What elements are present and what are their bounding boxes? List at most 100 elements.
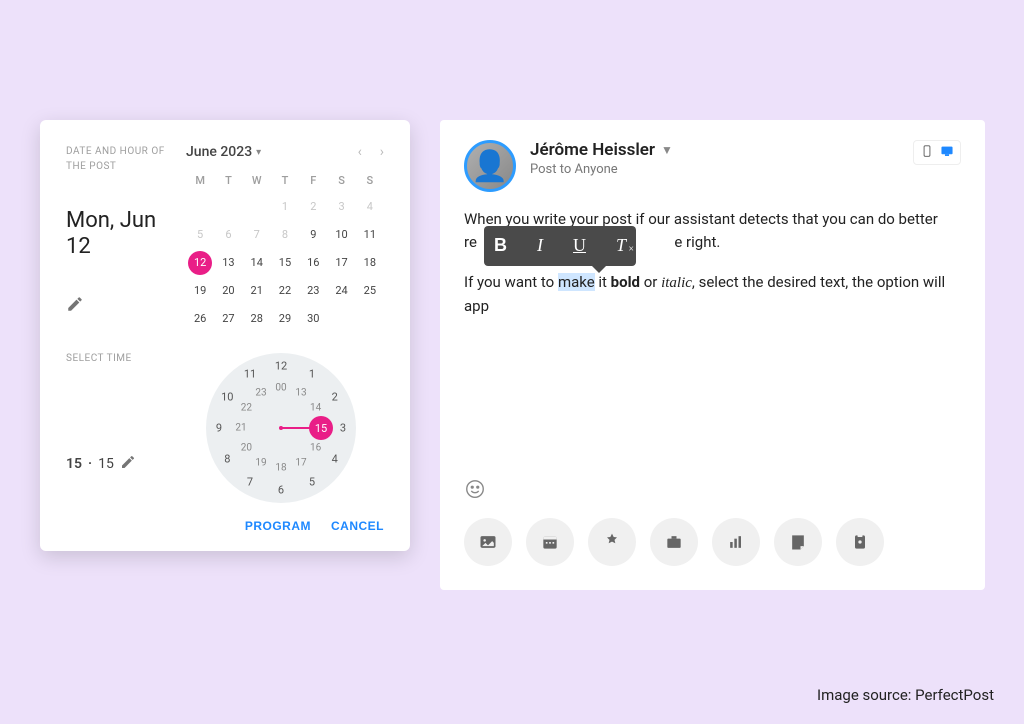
- calendar-day[interactable]: 25: [358, 279, 382, 303]
- cancel-button[interactable]: Cancel: [331, 519, 384, 533]
- calendar-day[interactable]: 6: [216, 223, 240, 247]
- add-badge-button[interactable]: [588, 518, 636, 566]
- calendar-day[interactable]: 18: [358, 251, 382, 275]
- underline-button[interactable]: U: [573, 232, 586, 260]
- clock-hour-outer[interactable]: 6: [278, 484, 284, 497]
- program-button[interactable]: Program: [245, 519, 311, 533]
- calendar-day[interactable]: 1: [273, 195, 297, 219]
- clear-format-button[interactable]: T: [616, 232, 626, 260]
- calendar-day[interactable]: 14: [245, 251, 269, 275]
- clock-hour-outer[interactable]: 10: [221, 391, 233, 404]
- calendar-day[interactable]: 21: [245, 279, 269, 303]
- clock-hour-inner[interactable]: 17: [295, 457, 306, 468]
- bold-button[interactable]: B: [494, 232, 507, 260]
- clock-face[interactable]: 121234567891011001314161718192021222315: [206, 353, 356, 503]
- clock-hour-outer[interactable]: 8: [224, 453, 230, 466]
- preview-device-toggle[interactable]: [913, 140, 961, 165]
- calendar-day[interactable]: 22: [273, 279, 297, 303]
- clock-hour-inner[interactable]: 22: [241, 403, 252, 414]
- calendar-day[interactable]: 30: [301, 307, 325, 331]
- calendar-grid: MTWTFSS123456789101112131415161718192021…: [186, 170, 384, 331]
- weekday-head: T: [271, 170, 299, 191]
- clock-hour-inner[interactable]: 13: [295, 388, 306, 399]
- add-poll-button[interactable]: [712, 518, 760, 566]
- author-avatar[interactable]: 👤: [464, 140, 516, 192]
- post-text-line1b-prefix: re: [464, 233, 477, 251]
- calendar-day[interactable]: 10: [330, 223, 354, 247]
- clock-hour-inner[interactable]: 14: [310, 403, 321, 414]
- post-text-line1b-suffix: e right.: [674, 233, 720, 251]
- selected-text: make: [558, 273, 595, 291]
- calendar-day[interactable]: 27: [216, 307, 240, 331]
- clock-hour-inner[interactable]: 23: [255, 388, 266, 399]
- calendar-day[interactable]: 15: [273, 251, 297, 275]
- selected-time-display: 15·15: [66, 454, 166, 474]
- calendar-day[interactable]: 20: [216, 279, 240, 303]
- calendar-day[interactable]: 16: [301, 251, 325, 275]
- image-credit: Image source: PerfectPost: [817, 686, 994, 704]
- clock-hour-outer[interactable]: 4: [332, 453, 338, 466]
- calendar-day[interactable]: 12: [188, 251, 212, 275]
- post-composer-panel: 👤 Jérôme Heissler ▼ Post to Anyone When …: [440, 120, 985, 590]
- add-clipboard-button[interactable]: [836, 518, 884, 566]
- calendar-day[interactable]: 4: [358, 195, 382, 219]
- edit-date-icon[interactable]: [66, 295, 166, 317]
- clock-hour-inner[interactable]: 18: [275, 463, 286, 474]
- picker-sublabel: DATE AND HOUR OF THE POST: [66, 144, 166, 174]
- add-image-button[interactable]: [464, 518, 512, 566]
- calendar-day[interactable]: 26: [188, 307, 212, 331]
- weekday-head: F: [299, 170, 327, 191]
- add-calendar-button[interactable]: [526, 518, 574, 566]
- month-selector[interactable]: June 2023 ▾: [186, 144, 261, 160]
- weekday-head: W: [243, 170, 271, 191]
- calendar-day[interactable]: 29: [273, 307, 297, 331]
- clock-hour-outer[interactable]: 11: [244, 368, 256, 381]
- composer-toolbar: [464, 518, 884, 566]
- next-month-button[interactable]: ›: [380, 144, 384, 160]
- calendar-day[interactable]: 7: [245, 223, 269, 247]
- clock-hour-outer[interactable]: 9: [216, 422, 222, 435]
- clock-hour-inner[interactable]: 20: [241, 443, 252, 454]
- weekday-head: S: [356, 170, 384, 191]
- clock-hour-outer[interactable]: 12: [275, 360, 287, 373]
- post-text-2a: If you want to: [464, 273, 558, 291]
- add-job-button[interactable]: [650, 518, 698, 566]
- italic-button[interactable]: I: [537, 232, 543, 260]
- mobile-preview-icon[interactable]: [920, 143, 934, 162]
- calendar-day[interactable]: 11: [358, 223, 382, 247]
- calendar-day[interactable]: 9: [301, 223, 325, 247]
- clock-selected-knob[interactable]: 15: [309, 416, 333, 440]
- calendar-day[interactable]: 8: [273, 223, 297, 247]
- calendar-day[interactable]: 5: [188, 223, 212, 247]
- calendar-day[interactable]: 3: [330, 195, 354, 219]
- calendar-day[interactable]: 19: [188, 279, 212, 303]
- clock-hour-outer[interactable]: 1: [309, 368, 315, 381]
- month-label: June 2023: [186, 144, 252, 160]
- calendar-day[interactable]: 24: [330, 279, 354, 303]
- edit-time-icon[interactable]: [120, 454, 136, 474]
- add-note-button[interactable]: [774, 518, 822, 566]
- emoji-picker-icon[interactable]: [464, 478, 488, 502]
- clock-hour-inner[interactable]: 00: [275, 383, 286, 394]
- bold-sample: bold: [611, 273, 640, 291]
- calendar-day[interactable]: 17: [330, 251, 354, 275]
- prev-month-button[interactable]: ‹: [358, 144, 362, 160]
- clock-hour-inner[interactable]: 16: [310, 443, 321, 454]
- calendar-day[interactable]: 2: [301, 195, 325, 219]
- calendar-day[interactable]: 13: [216, 251, 240, 275]
- author-dropdown-icon[interactable]: ▼: [661, 143, 673, 157]
- clock-hour-inner[interactable]: 21: [235, 423, 246, 434]
- weekday-head: S: [327, 170, 355, 191]
- italic-sample: italic: [661, 275, 692, 291]
- clock-hour-outer[interactable]: 7: [247, 475, 253, 488]
- clock-hour-outer[interactable]: 5: [309, 475, 315, 488]
- clock-hour-outer[interactable]: 2: [332, 391, 338, 404]
- post-text-2c: or: [640, 273, 661, 291]
- post-visibility[interactable]: Post to Anyone: [530, 162, 673, 177]
- post-body-editor[interactable]: When you write your post if our assistan…: [464, 208, 961, 318]
- desktop-preview-icon[interactable]: [940, 143, 954, 162]
- calendar-day[interactable]: 23: [301, 279, 325, 303]
- clock-hour-outer[interactable]: 3: [340, 422, 346, 435]
- clock-hour-inner[interactable]: 19: [255, 457, 266, 468]
- calendar-day[interactable]: 28: [245, 307, 269, 331]
